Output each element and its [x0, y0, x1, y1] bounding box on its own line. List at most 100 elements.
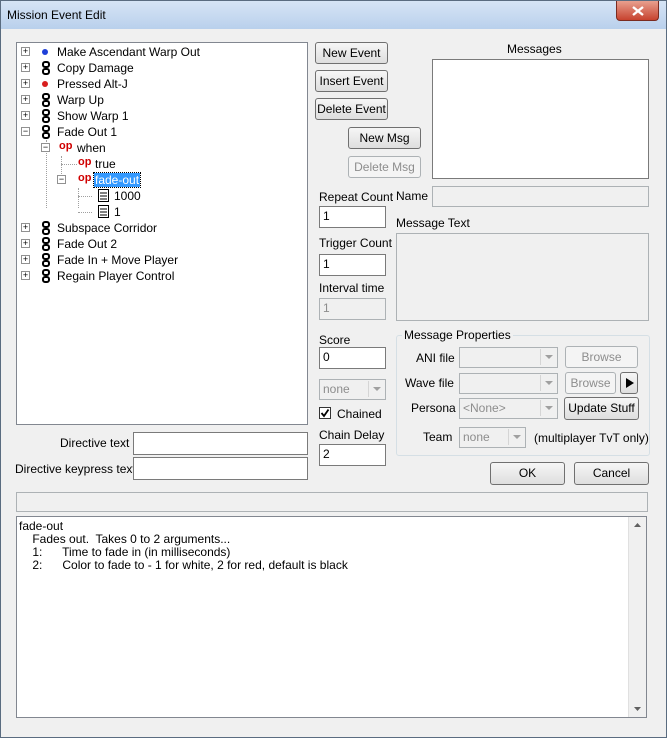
document-icon — [98, 205, 109, 218]
msg-team-select[interactable]: none — [459, 427, 526, 448]
tree-item-label: true — [95, 157, 116, 171]
title-bar[interactable]: Mission Event Edit — [1, 1, 666, 29]
tree-item-when[interactable]: − op when — [17, 140, 307, 156]
trigger-count-field[interactable]: 1 — [319, 254, 386, 276]
delete-msg-button[interactable]: Delete Msg — [348, 156, 421, 178]
tree-item-true[interactable]: op true — [17, 156, 307, 172]
scroll-up-icon[interactable] — [629, 520, 646, 530]
browse-wave-button[interactable]: Browse — [565, 372, 616, 394]
chevron-down-icon — [540, 400, 556, 416]
tree-item-label: Copy Damage — [57, 61, 134, 75]
expand-toggle[interactable]: + — [21, 255, 30, 264]
tree-item-copy-damage[interactable]: + Copy Damage — [17, 60, 307, 76]
wave-file-select[interactable] — [459, 373, 558, 394]
chevron-down-icon — [508, 429, 524, 445]
tree-item-label: Pressed Alt-J — [57, 77, 128, 91]
chevron-down-icon — [540, 375, 556, 391]
team-select[interactable]: none — [319, 379, 386, 400]
interval-time-field[interactable]: 1 — [319, 298, 386, 320]
tree-item-fade-out-1[interactable]: − Fade Out 1 — [17, 124, 307, 140]
tree-item-fade-out-2[interactable]: + Fade Out 2 — [17, 236, 307, 252]
persona-label: Persona — [411, 401, 456, 415]
help-line: 1: Time to fade in (in milliseconds) — [19, 545, 231, 559]
tree-item-label: Warp Up — [57, 93, 104, 107]
tree-item-pressed-alt-j[interactable]: + Pressed Alt-J — [17, 76, 307, 92]
messages-list[interactable] — [432, 59, 649, 179]
tree-item-label: Show Warp 1 — [57, 109, 129, 123]
op-icon: op — [78, 156, 92, 168]
help-scrollbar[interactable] — [628, 517, 646, 717]
expand-toggle[interactable]: + — [21, 239, 30, 248]
expand-toggle[interactable]: + — [21, 223, 30, 232]
tree-item-make-ascendant-warp-out[interactable]: + Make Ascendant Warp Out — [17, 44, 307, 60]
chain-icon — [42, 61, 50, 75]
play-wave-button[interactable] — [620, 372, 638, 394]
close-icon — [632, 6, 644, 16]
team-note: (multiplayer TvT only) — [534, 431, 649, 445]
chevron-down-icon — [540, 349, 556, 365]
close-button[interactable] — [616, 1, 659, 21]
tree-item-arg-1[interactable]: 1 — [17, 204, 307, 220]
directive-keypress-text-label: Directive keypress text — [15, 462, 136, 476]
expand-toggle[interactable]: + — [21, 47, 30, 56]
repeat-count-field[interactable]: 1 — [319, 206, 386, 228]
mission-event-edit-window: Mission Event Edit + Make Ascendant Warp… — [0, 0, 667, 738]
tree-item-label-selected: fade-out — [92, 172, 142, 188]
directive-keypress-text-field[interactable] — [133, 457, 308, 480]
chain-icon — [42, 125, 50, 139]
chained-label: Chained — [337, 407, 382, 421]
op-icon: op — [78, 172, 92, 184]
chain-icon — [42, 109, 50, 123]
tree-item-label: Make Ascendant Warp Out — [57, 45, 200, 59]
score-label: Score — [319, 333, 351, 347]
message-properties-label: Message Properties — [402, 328, 513, 342]
tree-item-show-warp-1[interactable]: + Show Warp 1 — [17, 108, 307, 124]
new-msg-button[interactable]: New Msg — [348, 127, 421, 149]
persona-value: <None> — [463, 401, 506, 415]
chain-icon — [42, 269, 50, 283]
ani-file-select[interactable] — [459, 347, 558, 368]
message-name-field[interactable] — [432, 186, 649, 207]
tree-item-fade-in-move-player[interactable]: + Fade In + Move Player — [17, 252, 307, 268]
tree-item-label: when — [77, 141, 106, 155]
messages-label: Messages — [507, 42, 562, 56]
help-text-box[interactable]: fade-out Fades out. Takes 0 to 2 argumen… — [16, 516, 647, 718]
browse-ani-button[interactable]: Browse — [565, 346, 638, 368]
tree-item-label: Subspace Corridor — [57, 221, 158, 235]
help-line: Fades out. Takes 0 to 2 arguments... — [19, 532, 231, 546]
update-stuff-button[interactable]: Update Stuff — [564, 397, 639, 420]
insert-event-button[interactable]: Insert Event — [315, 70, 388, 92]
tree-item-regain-player-control[interactable]: + Regain Player Control — [17, 268, 307, 284]
new-event-button[interactable]: New Event — [315, 42, 388, 64]
tree-item-warp-up[interactable]: + Warp Up — [17, 92, 307, 108]
expand-toggle[interactable]: + — [21, 95, 30, 104]
collapse-toggle[interactable]: − — [57, 175, 66, 184]
repeat-count-label: Repeat Count — [319, 190, 394, 204]
expand-toggle[interactable]: + — [21, 63, 30, 72]
score-field[interactable]: 0 — [319, 347, 386, 369]
tree-item-subspace-corridor[interactable]: + Subspace Corridor — [17, 220, 307, 236]
expand-toggle[interactable]: + — [21, 79, 30, 88]
directive-text-label: Directive text — [60, 436, 130, 450]
chain-delay-field[interactable]: 2 — [319, 444, 386, 466]
collapse-toggle[interactable]: − — [41, 143, 50, 152]
collapse-toggle[interactable]: − — [21, 127, 30, 136]
persona-select[interactable]: <None> — [459, 398, 558, 419]
event-tree[interactable]: + Make Ascendant Warp Out + Copy Damage … — [16, 42, 308, 425]
expand-toggle[interactable]: + — [21, 271, 30, 280]
message-text-field[interactable] — [396, 233, 649, 321]
tree-item-fade-out[interactable]: − op fade-out — [17, 172, 307, 188]
cancel-button[interactable]: Cancel — [574, 462, 649, 485]
red-dot-icon — [42, 81, 48, 87]
delete-event-button[interactable]: Delete Event — [315, 98, 388, 120]
ok-button[interactable]: OK — [490, 462, 565, 485]
trigger-count-label: Trigger Count — [319, 236, 392, 250]
chain-icon — [42, 253, 50, 267]
team-select-value: none — [323, 382, 350, 396]
scroll-down-icon[interactable] — [629, 704, 646, 714]
directive-text-field[interactable] — [133, 432, 308, 455]
tree-item-arg-1000[interactable]: 1000 — [17, 188, 307, 204]
expand-toggle[interactable]: + — [21, 111, 30, 120]
chained-checkbox[interactable] — [319, 407, 331, 419]
help-line: fade-out — [19, 519, 64, 533]
